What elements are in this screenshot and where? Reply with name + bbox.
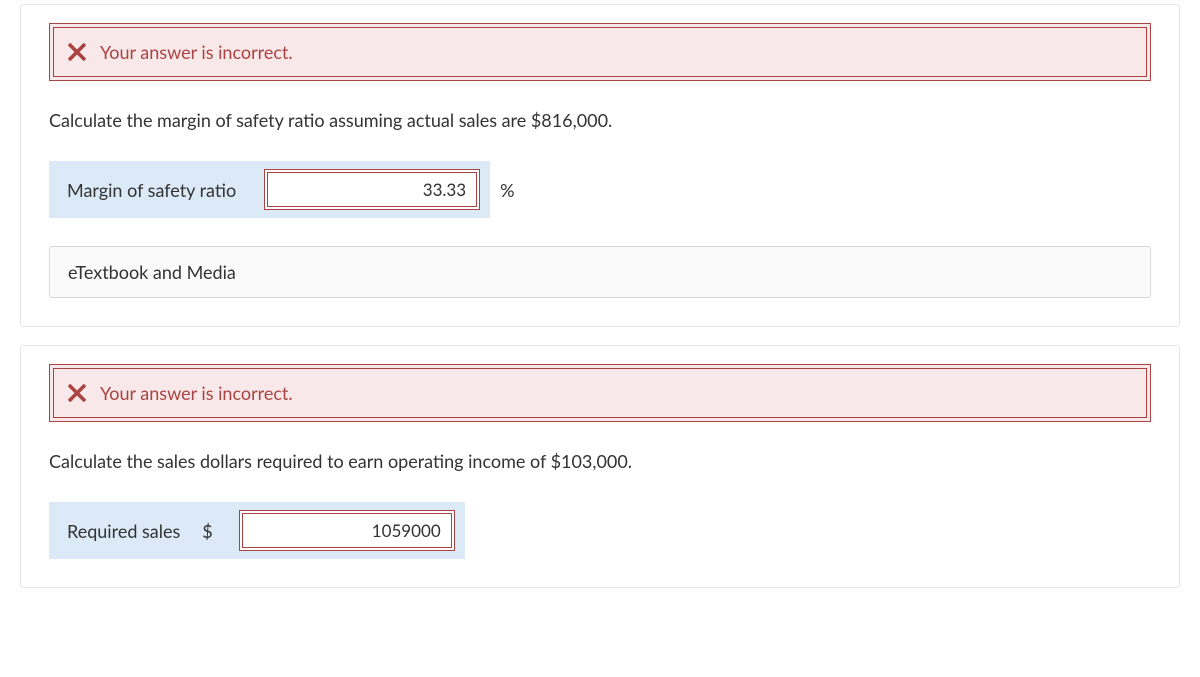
incorrect-alert-inner: Your answer is incorrect. bbox=[53, 368, 1147, 418]
input-border bbox=[264, 169, 480, 210]
incorrect-alert-inner: Your answer is incorrect. bbox=[53, 27, 1147, 77]
unit-label: % bbox=[490, 161, 524, 218]
question-card-1: Your answer is incorrect. Calculate the … bbox=[20, 4, 1180, 327]
input-wrapper bbox=[239, 502, 465, 559]
required-sales-input[interactable] bbox=[242, 513, 452, 548]
answer-row: Required sales $ bbox=[49, 502, 1151, 559]
alert-text: Your answer is incorrect. bbox=[100, 41, 293, 63]
answer-label: Required sales $ bbox=[49, 502, 239, 559]
answer-label-text: Required sales bbox=[67, 520, 180, 542]
answer-label: Margin of safety ratio bbox=[49, 161, 254, 218]
currency-symbol: $ bbox=[180, 520, 220, 542]
question-card-2: Your answer is incorrect. Calculate the … bbox=[20, 345, 1180, 588]
question-text: Calculate the sales dollars required to … bbox=[49, 450, 1151, 472]
etextbook-button[interactable]: eTextbook and Media bbox=[49, 246, 1151, 298]
alert-text: Your answer is incorrect. bbox=[100, 382, 293, 404]
margin-of-safety-input[interactable] bbox=[267, 172, 477, 207]
x-icon bbox=[68, 384, 86, 402]
input-wrapper bbox=[254, 161, 490, 218]
input-border bbox=[239, 510, 455, 551]
x-icon bbox=[68, 43, 86, 61]
question-text: Calculate the margin of safety ratio ass… bbox=[49, 109, 1151, 131]
incorrect-alert: Your answer is incorrect. bbox=[49, 23, 1151, 81]
incorrect-alert: Your answer is incorrect. bbox=[49, 364, 1151, 422]
answer-row: Margin of safety ratio % bbox=[49, 161, 1151, 218]
